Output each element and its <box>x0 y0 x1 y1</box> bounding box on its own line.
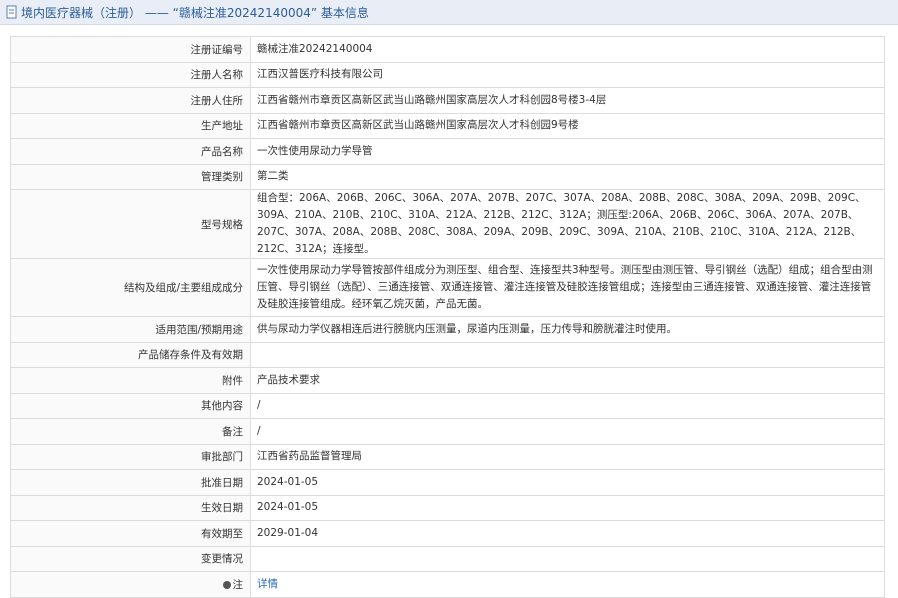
table-row: 生效日期 2024-01-05 <box>10 494 885 521</box>
table-row: 管理类别 第二类 <box>10 163 885 190</box>
row-label: 注册人名称 <box>10 61 251 88</box>
table-row: 有效期至 2029-01-04 <box>10 520 885 547</box>
title-reg-number: “赣械注准20242140004” <box>172 5 318 20</box>
row-label: 注册人住所 <box>10 87 251 114</box>
table-row: 变更情况 <box>10 545 885 572</box>
row-label: 注册证编号 <box>10 36 251 63</box>
title-category: 境内医疗器械（注册） <box>21 5 142 20</box>
row-label: 产品名称 <box>10 138 251 165</box>
row-value: 供与尿动力学仪器相连后进行膀胱内压测量，尿道内压测量，压力传导和膀胱灌注时使用。 <box>250 316 885 343</box>
title-dash: —— <box>144 5 169 20</box>
row-value: 组合型：206A、206B、206C、306A、207A、207B、207C、3… <box>250 189 885 259</box>
row-label: 生效日期 <box>10 494 251 521</box>
table-row: 备注 / <box>10 418 885 445</box>
row-value: 江西省赣州市章贡区高新区武当山路赣州国家高层次人才科创园8号楼3-4层 <box>250 87 885 114</box>
table-row: 其他内容 / <box>10 392 885 419</box>
row-value: 江西省赣州市章贡区高新区武当山路赣州国家高层次人才科创园9号楼 <box>250 112 885 139</box>
table-row: 附件 产品技术要求 <box>10 367 885 394</box>
document-icon <box>6 5 17 19</box>
table-row: 审批部门 江西省药品监督管理局 <box>10 443 885 470</box>
row-label: 有效期至 <box>10 520 251 547</box>
row-label: 适用范围/预期用途 <box>10 316 251 343</box>
row-label: 批准日期 <box>10 469 251 496</box>
table-row: 型号规格 组合型：206A、206B、206C、306A、207A、207B、2… <box>10 189 885 259</box>
row-label: 产品储存条件及有效期 <box>10 341 251 368</box>
table-row: 产品储存条件及有效期 <box>10 341 885 368</box>
note-label-cell: 注 <box>10 571 251 598</box>
row-label: 附件 <box>10 367 251 394</box>
row-value: 2024-01-05 <box>250 469 885 496</box>
note-pin-icon <box>222 580 231 589</box>
page-title: 境内医疗器械（注册） —— “赣械注准20242140004” 基本信息 <box>21 4 369 21</box>
row-value: 江西汉普医疗科技有限公司 <box>250 61 885 88</box>
table-row: 产品名称 一次性使用尿动力学导管 <box>10 138 885 165</box>
row-label: 变更情况 <box>10 545 251 572</box>
row-value: / <box>250 418 885 445</box>
row-label: 管理类别 <box>10 163 251 190</box>
details-link[interactable]: 详情 <box>257 578 278 590</box>
row-value: 产品技术要求 <box>250 367 885 394</box>
row-value: / <box>250 392 885 419</box>
row-label: 备注 <box>10 418 251 445</box>
table-row: 批准日期 2024-01-05 <box>10 469 885 496</box>
row-value: 一次性使用尿动力学导管 <box>250 138 885 165</box>
note-label: 注 <box>232 578 244 591</box>
table-row: 结构及组成/主要组成成分 一次性使用尿动力学导管按部件组成分为测压型、组合型、连… <box>10 258 885 317</box>
note-value-cell: 详情 <box>250 571 885 598</box>
row-value: 2029-01-04 <box>250 520 885 547</box>
table-row: 适用范围/预期用途 供与尿动力学仪器相连后进行膀胱内压测量，尿道内压测量，压力传… <box>10 316 885 343</box>
row-label: 审批部门 <box>10 443 251 470</box>
row-label: 其他内容 <box>10 392 251 419</box>
table-row: 注册人住所 江西省赣州市章贡区高新区武当山路赣州国家高层次人才科创园8号楼3-4… <box>10 87 885 114</box>
table-row: 注册证编号 赣械注准20242140004 <box>10 36 885 63</box>
table-row: 注册人名称 江西汉普医疗科技有限公司 <box>10 61 885 88</box>
row-value: 江西省药品监督管理局 <box>250 443 885 470</box>
row-value: 赣械注准20242140004 <box>250 36 885 63</box>
row-label: 型号规格 <box>10 189 251 259</box>
info-table: 注册证编号 赣械注准20242140004 注册人名称 江西汉普医疗科技有限公司… <box>10 36 885 598</box>
row-value: 一次性使用尿动力学导管按部件组成分为测压型、组合型、连接型共3种型号。测压型由测… <box>250 258 885 317</box>
row-value <box>250 545 885 572</box>
row-value: 第二类 <box>250 163 885 190</box>
row-value: 2024-01-05 <box>250 494 885 521</box>
row-label: 生产地址 <box>10 112 251 139</box>
row-label: 结构及组成/主要组成成分 <box>10 258 251 317</box>
table-row: 注 详情 <box>10 571 885 598</box>
page-header: 境内医疗器械（注册） —— “赣械注准20242140004” 基本信息 <box>0 0 898 25</box>
title-suffix: 基本信息 <box>320 5 369 20</box>
row-value <box>250 341 885 368</box>
table-row: 生产地址 江西省赣州市章贡区高新区武当山路赣州国家高层次人才科创园9号楼 <box>10 112 885 139</box>
